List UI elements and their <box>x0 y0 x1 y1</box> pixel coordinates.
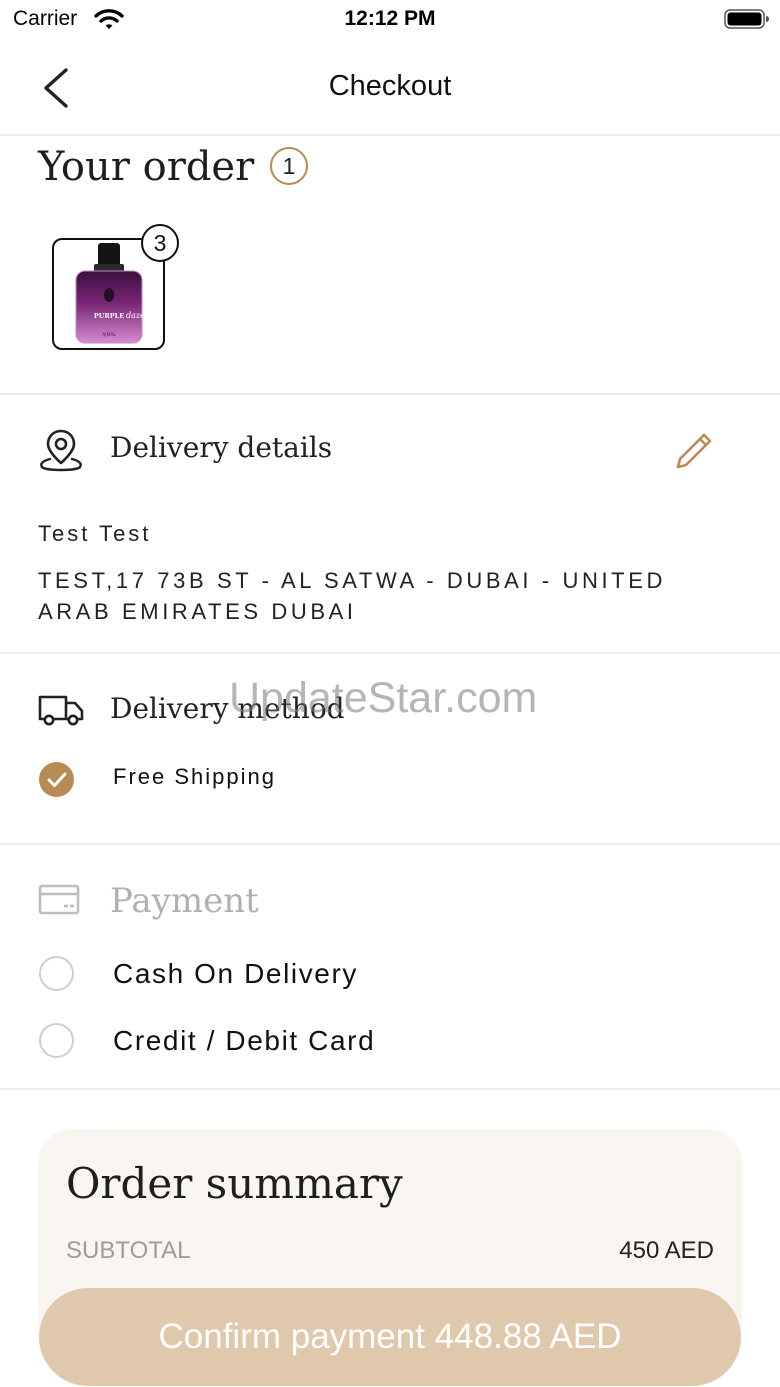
delivery-details-title: Delivery details <box>110 431 333 464</box>
product-script-text: daze <box>126 311 145 320</box>
order-section: Your order 1 PURPLE daze AJMAL 3 <box>0 138 780 395</box>
confirm-payment-button[interactable]: Confirm payment 448.88 AED <box>39 1288 741 1386</box>
status-bar: Carrier 12:12 PM <box>0 0 780 40</box>
cash-on-delivery-radio[interactable] <box>39 956 74 991</box>
card-payment-label[interactable]: Credit / Debit Card <box>113 1025 375 1057</box>
payment-title: Payment <box>110 881 259 921</box>
subtotal-label: SUBTOTAL <box>66 1237 191 1264</box>
location-pin-icon <box>40 429 82 472</box>
edit-pencil-icon[interactable] <box>672 429 716 473</box>
nav-bar: Checkout <box>0 40 780 136</box>
delivery-address: TEST,17 73B ST - AL SATWA - DUBAI - UNIT… <box>38 568 666 624</box>
checkmark-icon <box>47 772 67 787</box>
product-maker-text: AJMAL <box>102 332 116 338</box>
free-shipping-check-icon[interactable] <box>39 762 74 797</box>
free-shipping-label[interactable]: Free Shipping <box>113 764 276 790</box>
card-payment-radio[interactable] <box>39 1023 74 1058</box>
delivery-details-section: Delivery details Test Test TEST,17 73B S… <box>0 397 780 654</box>
order-title: Your order <box>38 144 255 190</box>
subtotal-value: 450 AED <box>619 1237 714 1264</box>
order-count-badge: 1 <box>270 147 308 185</box>
truck-icon <box>38 695 84 726</box>
clock: 12:12 PM <box>344 7 436 30</box>
product-brand-text: PURPLE <box>94 312 124 320</box>
card-icon <box>38 884 80 915</box>
battery-icon <box>724 9 769 29</box>
cash-on-delivery-label[interactable]: Cash On Delivery <box>113 958 358 990</box>
watermark: UpdateStar.com <box>229 674 538 722</box>
order-summary-title: Order summary <box>66 1159 403 1208</box>
page-title: Checkout <box>328 70 452 102</box>
recipient-name: Test Test <box>38 521 152 546</box>
payment-section: Payment Cash On Delivery Credit / Debit … <box>0 847 780 1090</box>
quantity-badge: 3 <box>141 224 179 262</box>
